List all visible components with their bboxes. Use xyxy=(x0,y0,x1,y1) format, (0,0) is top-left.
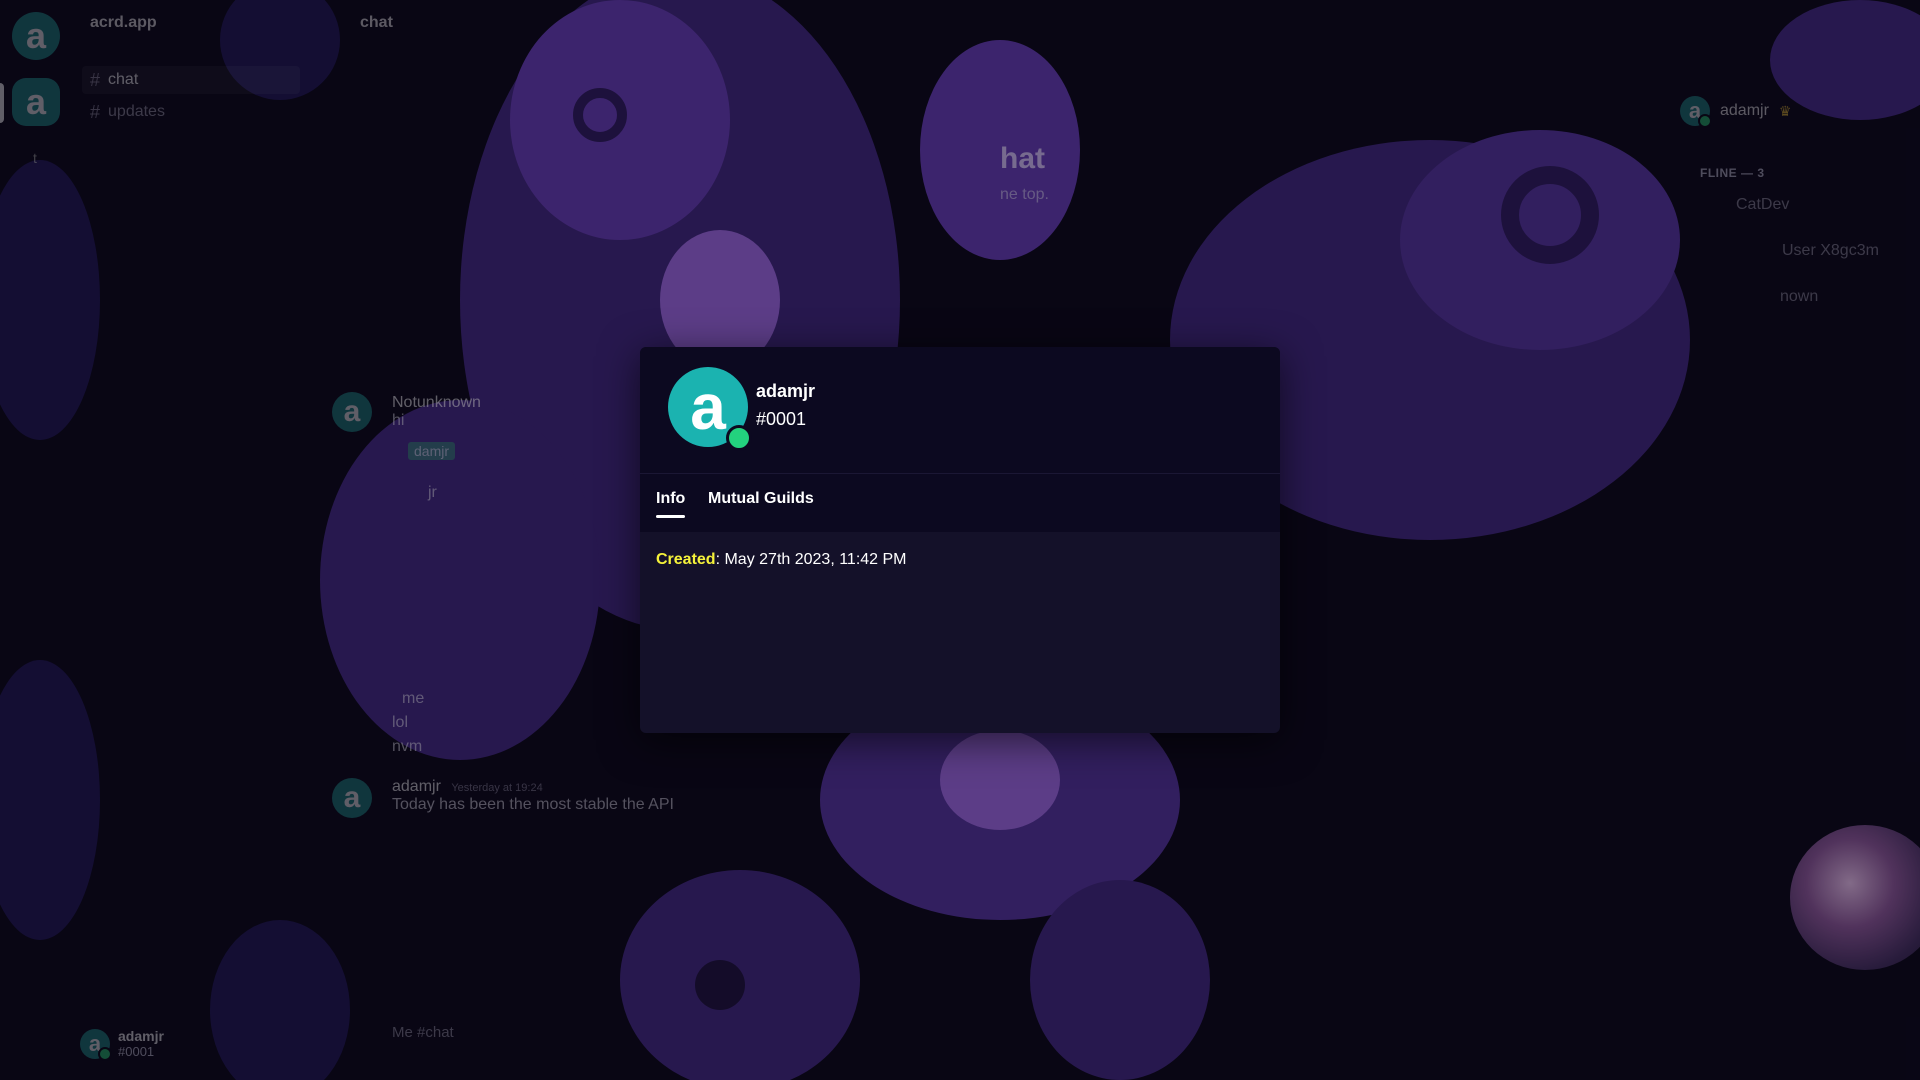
profile-tabs: Info Mutual Guilds xyxy=(640,473,1280,532)
tab-mutual-guilds[interactable]: Mutual Guilds xyxy=(708,490,814,508)
online-status-dot xyxy=(726,425,752,451)
profile-modal: a adamjr #0001 Info Mutual Guilds Create… xyxy=(640,347,1280,733)
created-label: Created xyxy=(656,551,716,568)
created-value: : May 27th 2023, 11:42 PM xyxy=(715,551,907,568)
avatar-letter: a xyxy=(690,371,726,443)
profile-discriminator: #0001 xyxy=(756,409,807,429)
tab-info[interactable]: Info xyxy=(656,490,686,518)
profile-username: adamjr xyxy=(756,381,816,401)
profile-info-panel: Created: May 27th 2023, 11:42 PM xyxy=(656,551,907,569)
profile-header: a adamjr #0001 xyxy=(640,347,1280,473)
